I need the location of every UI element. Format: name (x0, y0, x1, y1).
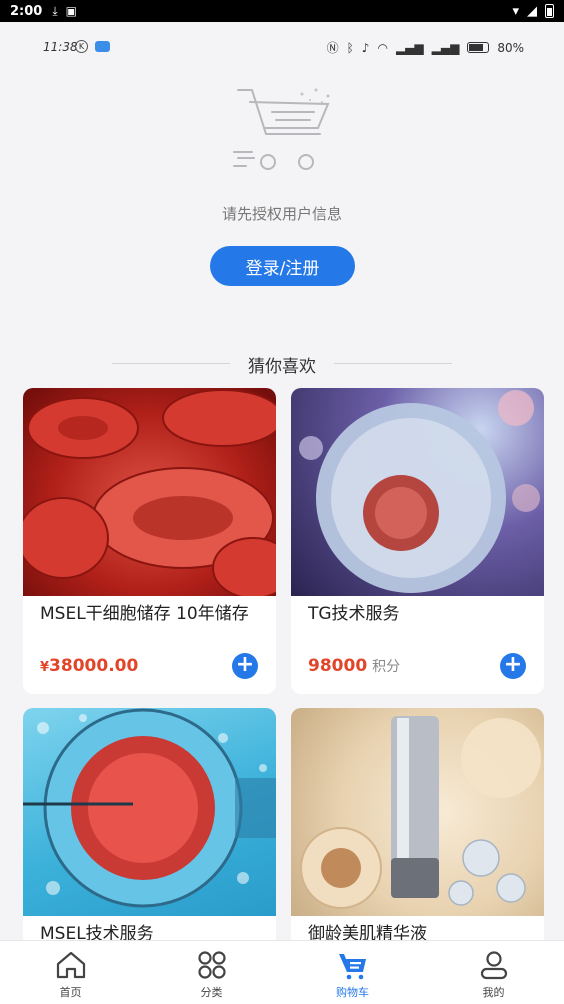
bottom-tab-bar: 首页 分类 购物车 我的 (0, 940, 564, 1004)
status-time: 2:00 (10, 3, 43, 19)
tab-home[interactable]: 首页 (0, 941, 141, 1004)
recommend-title: 猜你喜欢 (248, 357, 316, 377)
k-badge-icon: K (75, 40, 88, 53)
inner-time: 11:38 (43, 40, 78, 54)
add-to-cart-button[interactable]: + (232, 653, 258, 679)
tab-category[interactable]: 分类 (141, 941, 282, 1004)
product-name: MSEL干细胞储存 10年储存 (40, 604, 249, 624)
tab-profile[interactable]: 我的 (423, 941, 564, 1004)
product-name: TG技术服务 (308, 604, 400, 624)
cell-nucleus-image (291, 388, 544, 596)
product-card[interactable]: 御龄美肌精华液 (291, 708, 544, 948)
home-icon (56, 951, 85, 979)
tab-label: 我的 (482, 986, 505, 999)
system-status-bar: 2:00 ⤓ ▣ ▾ ◢ (0, 0, 564, 22)
product-card[interactable]: MSEL干细胞储存 10年储存 ¥38000.00 + (23, 388, 276, 694)
grid-icon (197, 951, 226, 979)
tab-label: 首页 (59, 986, 82, 999)
download-icon: ⤓ (52, 3, 58, 18)
red-blood-cells-image (23, 388, 276, 596)
tab-label: 分类 (200, 986, 223, 999)
divider-right (334, 363, 452, 364)
signal-icon: ◢ (527, 3, 537, 19)
battery-icon (545, 4, 554, 18)
add-to-cart-button[interactable]: + (500, 653, 526, 679)
product-card[interactable]: MSEL技术服务 (23, 708, 276, 948)
wifi-icon: ▾ (512, 3, 519, 19)
user-icon (480, 951, 507, 980)
empty-cart-illustration-icon (233, 88, 330, 170)
egg-cell-microinjection-image (23, 708, 276, 916)
login-register-button[interactable]: 登录/注册 (210, 246, 355, 286)
wifi-icon: ◠ (377, 40, 388, 55)
notification-a-icon: ▣ (65, 4, 77, 18)
battery-icon (467, 42, 490, 53)
serum-bottle-image (291, 708, 544, 916)
signal-4g-icon: ▂▄▆ (431, 40, 460, 55)
app-screen: 2:00 ⤓ ▣ ▾ ◢ 11:38 K Ⓝ ᛒ ♪ ◠ ▂▄▆ ▂▄▆ 80% (0, 0, 564, 1004)
bluetooth-icon: ᛒ (346, 40, 354, 55)
inner-status-bar: 11:38 K Ⓝ ᛒ ♪ ◠ ▂▄▆ ▂▄▆ 80% (0, 22, 564, 72)
product-price: ¥38000.00 (40, 656, 139, 676)
battery-percent: 80% (497, 40, 524, 55)
product-card[interactable]: TG技术服务 98000 积分 + (291, 388, 544, 694)
empty-cart-message: 请先授权用户信息 (221, 205, 342, 223)
product-price: 98000 积分 (308, 656, 401, 676)
cart-icon (338, 954, 366, 980)
tab-label: 购物车 (336, 986, 369, 999)
cloud-icon (95, 41, 110, 52)
nfc-icon: Ⓝ (326, 41, 339, 55)
tab-cart[interactable]: 购物车 (282, 941, 423, 1004)
signal-5g-icon: ▂▄▆ (395, 40, 424, 55)
mute-icon: ♪ (361, 40, 370, 55)
